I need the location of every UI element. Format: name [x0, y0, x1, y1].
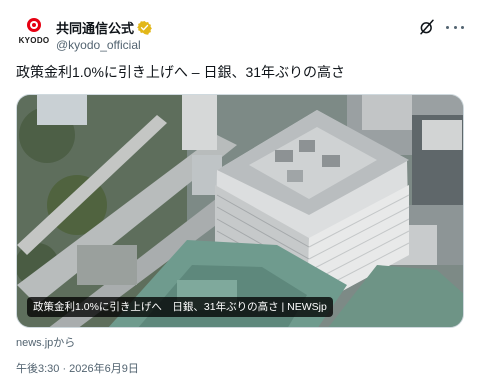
aerial-building-photo	[17, 95, 463, 327]
avatar-logo-text: KYODO	[18, 36, 50, 45]
kyodo-logo-icon	[27, 18, 41, 32]
card-caption: 政策金利1.0%に引き上げへ 日銀、31年ぶりの高さ | NEWSjp	[27, 297, 333, 317]
verified-badge-icon	[137, 20, 152, 35]
tweet-timestamp[interactable]: 午後3:30 · 2026年6月9日	[16, 360, 139, 376]
grok-slash-icon[interactable]	[418, 18, 436, 36]
card-source-link[interactable]: news.jpから	[16, 334, 75, 350]
user-handle[interactable]: @kyodo_official	[56, 38, 152, 52]
tweet-text: 政策金利1.0%に引き上げへ – 日銀、31年ぶりの高さ	[16, 64, 346, 80]
avatar[interactable]: KYODO	[16, 16, 52, 52]
link-card[interactable]: 政策金利1.0%に引き上げへ 日銀、31年ぶりの高さ | NEWSjp	[16, 94, 464, 328]
author-names: 共同通信公式 @kyodo_official	[56, 18, 152, 52]
display-name[interactable]: 共同通信公式	[56, 18, 134, 37]
more-dots-icon[interactable]	[446, 18, 464, 36]
header-actions	[418, 18, 464, 36]
tweet-header: KYODO 共同通信公式 @kyodo_official	[16, 16, 464, 56]
